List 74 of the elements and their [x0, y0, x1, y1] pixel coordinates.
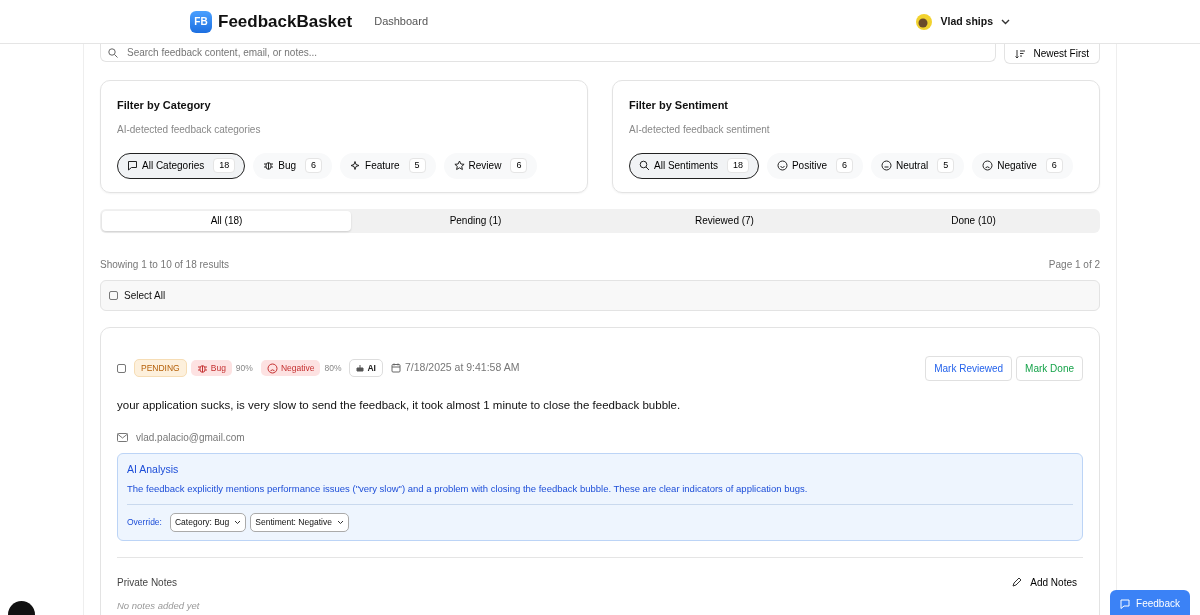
chevron-down-icon: [336, 520, 344, 525]
count-badge: 5: [408, 157, 426, 174]
status-tab[interactable]: Reviewed (7): [600, 210, 849, 231]
mail-icon: [117, 432, 128, 442]
frown-icon: [266, 362, 278, 374]
sparkle-icon: [350, 160, 362, 171]
status-tab[interactable]: All (18): [102, 210, 351, 231]
analysis-text: The feedback explicitly mentions performance issues ("very slow") and a problem with closing the feedback bubble. These are clear indicators of application bugs.: [127, 481, 1073, 505]
count-badge: 6: [305, 157, 323, 174]
status-badge: PENDING: [134, 358, 187, 378]
feedback-message: your application sucks, is very slow to send the feedback, it took almost 1 minute to close the feedback bubble.: [117, 397, 682, 413]
page-info: Page 1 of 2: [1048, 257, 1100, 272]
chat-icon: [1120, 598, 1131, 609]
sentiment-select[interactable]: Sentiment: Negative: [250, 512, 349, 532]
filter-chip[interactable]: Neutral 5: [870, 152, 965, 179]
notes-empty-text: No notes added yet: [117, 598, 201, 613]
filter-chip[interactable]: Bug 6: [253, 152, 333, 179]
bug-icon: [263, 160, 275, 171]
filter-chip[interactable]: Review 6: [443, 152, 538, 179]
category-select[interactable]: Category: Bug: [169, 512, 247, 532]
select-all-checkbox[interactable]: [109, 290, 118, 300]
filter-chip[interactable]: Feature 5: [340, 152, 436, 179]
confidence-text: 80%: [324, 361, 342, 375]
card-title: Filter by Sentiment: [629, 98, 730, 113]
count-badge: 6: [1045, 157, 1063, 174]
count-badge: 18: [726, 157, 749, 174]
bug-icon: [196, 362, 208, 374]
brand-name: FeedbackBasket: [218, 10, 353, 33]
select-all-label[interactable]: Select All: [124, 287, 166, 303]
count-badge: 5: [937, 157, 955, 174]
results-summary: Showing 1 to 10 of 18 results: [100, 257, 229, 272]
category-badge: Bug: [190, 359, 232, 377]
notes-title: Private Notes: [117, 575, 178, 590]
chevron-down-icon[interactable]: [1001, 18, 1010, 25]
date-text: 7/18/2025 at 9:41:58 AM: [404, 360, 520, 376]
avatar: [916, 13, 933, 30]
count-badge: 6: [835, 157, 853, 174]
count-badge: 18: [213, 157, 236, 174]
card-subtitle: AI-detected feedback sentiment: [629, 122, 771, 137]
frown-icon: [982, 160, 994, 171]
action-button[interactable]: Mark Reviewed: [925, 355, 1013, 381]
status-tab[interactable]: Done (10): [849, 210, 1098, 231]
neutral-face-icon: [880, 160, 892, 171]
card-subtitle: AI-detected feedback categories: [117, 122, 262, 137]
star-icon: [453, 160, 465, 171]
confidence-text: 90%: [235, 361, 253, 375]
search-icon: [639, 160, 650, 171]
filter-chip[interactable]: Negative 6: [972, 152, 1073, 179]
card-title: Filter by Category: [117, 98, 212, 113]
sentiment-badge: Negative: [260, 359, 321, 377]
count-badge: 6: [510, 157, 528, 174]
search-icon: [108, 48, 118, 58]
filter-chip[interactable]: Positive 6: [766, 152, 863, 179]
logo-mark: FB: [190, 10, 212, 33]
filter-chip[interactable]: All Sentiments 18: [629, 152, 759, 179]
smile-icon: [776, 160, 788, 171]
feedback-button[interactable]: Feedback: [1110, 590, 1190, 615]
add-notes-button[interactable]: Add Notes: [1006, 573, 1083, 591]
item-checkbox[interactable]: [117, 363, 126, 373]
chevron-down-icon: [234, 520, 242, 525]
chat-icon: [127, 160, 138, 171]
filter-chip[interactable]: All Categories 18: [117, 152, 246, 179]
nav-link[interactable]: Dashboard: [374, 15, 428, 28]
pencil-icon: [1012, 577, 1023, 587]
override-label: Override:: [127, 515, 162, 529]
sort-button[interactable]: Newest First: [1004, 44, 1100, 64]
email-text: vlad.palacio@gmail.com: [136, 430, 245, 445]
status-tab[interactable]: Pending (1): [351, 210, 600, 231]
ai-badge: AI: [349, 358, 383, 378]
user-name[interactable]: Vlad ships: [940, 13, 993, 30]
analysis-title: AI Analysis: [127, 461, 180, 477]
calendar-icon: [390, 363, 401, 373]
sort-icon: [1015, 48, 1026, 59]
search-field[interactable]: Search feedback content, email, or notes...: [100, 44, 997, 62]
